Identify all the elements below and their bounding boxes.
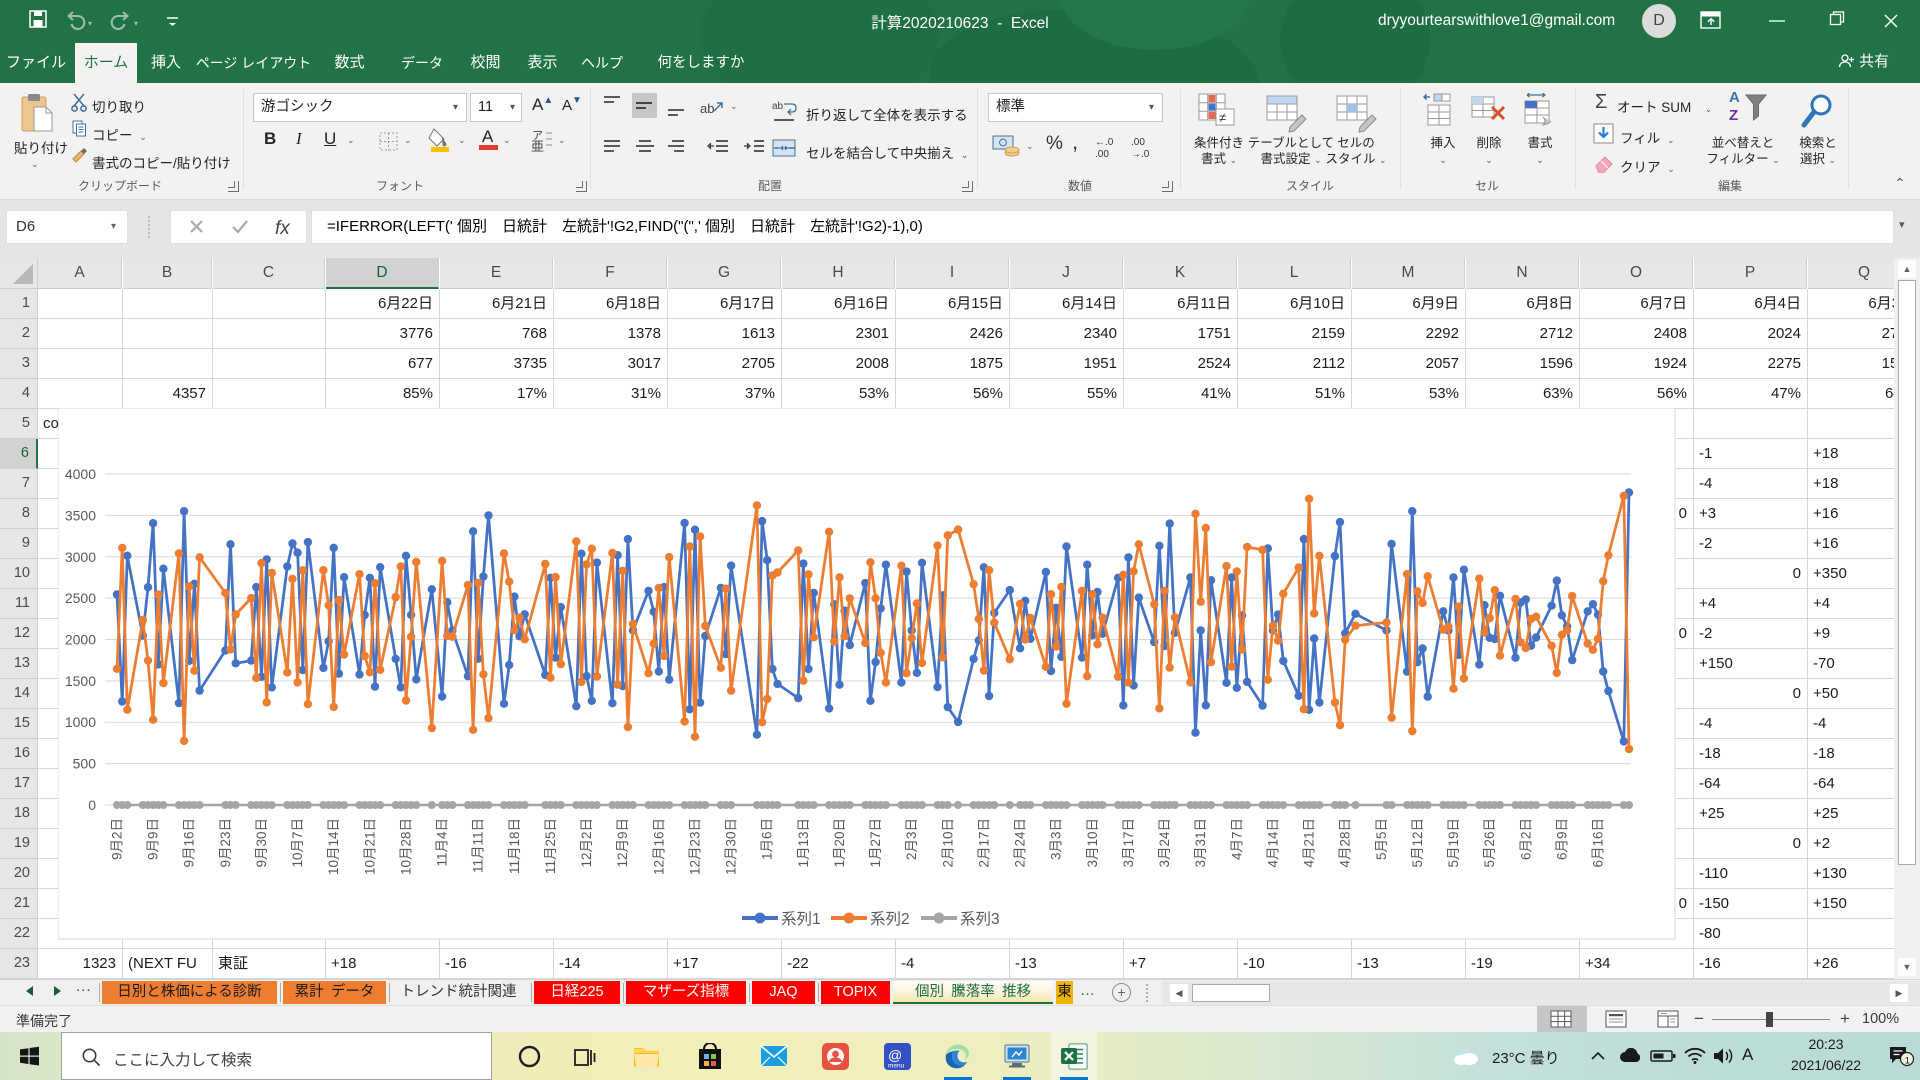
svg-text:≠: ≠ — [1219, 110, 1226, 125]
svg-text:1月20日: 1月20日 — [832, 818, 847, 868]
svg-text:6月9日: 6月9日 — [1554, 818, 1569, 860]
svg-text:3月24日: 3月24日 — [1157, 818, 1172, 868]
svg-text:ab: ab — [772, 101, 784, 112]
svg-text:←.0: ←.0 — [1095, 137, 1114, 148]
svg-text:4月21日: 4月21日 — [1302, 818, 1317, 868]
svg-text:2000: 2000 — [65, 632, 96, 648]
svg-text:9月16日: 9月16日 — [182, 818, 197, 868]
svg-text:系列1: 系列1 — [781, 910, 821, 928]
svg-text:9月2日: 9月2日 — [110, 818, 125, 860]
svg-text:1月6日: 1月6日 — [760, 818, 775, 860]
svg-text:12月30日: 12月30日 — [724, 818, 739, 875]
svg-text:ab: ab — [700, 101, 714, 116]
svg-text:1月27日: 1月27日 — [868, 818, 883, 868]
svg-text:→.0: →.0 — [1131, 149, 1150, 159]
svg-text:11月4日: 11月4日 — [435, 818, 450, 867]
svg-text:3月17日: 3月17日 — [1121, 818, 1136, 868]
svg-text:5月5日: 5月5日 — [1374, 818, 1389, 860]
svg-text:3500: 3500 — [65, 507, 96, 523]
svg-text:1000: 1000 — [65, 714, 96, 730]
svg-text:系列2: 系列2 — [870, 910, 910, 928]
svg-text:menu: menu — [888, 1063, 905, 1070]
svg-text:1500: 1500 — [65, 673, 96, 689]
svg-text:5月19日: 5月19日 — [1446, 818, 1461, 868]
svg-text:9月9日: 9月9日 — [146, 818, 161, 860]
svg-text:3月31日: 3月31日 — [1193, 818, 1208, 868]
svg-text:5月26日: 5月26日 — [1482, 818, 1497, 868]
svg-text:12月9日: 12月9日 — [615, 818, 630, 868]
svg-text:系列3: 系列3 — [960, 910, 1000, 928]
svg-text:3月3日: 3月3日 — [1049, 818, 1064, 860]
svg-text:4月14日: 4月14日 — [1265, 818, 1280, 868]
svg-text:3月10日: 3月10日 — [1085, 818, 1100, 868]
svg-text:9月23日: 9月23日 — [218, 818, 233, 868]
svg-text:12月23日: 12月23日 — [688, 818, 703, 875]
svg-text:10月14日: 10月14日 — [326, 818, 341, 875]
svg-text:500: 500 — [73, 756, 97, 772]
svg-text:12月2日: 12月2日 — [579, 818, 594, 868]
svg-text:12月16日: 12月16日 — [651, 818, 666, 875]
svg-text:@: @ — [888, 1047, 902, 1063]
svg-text:4月7日: 4月7日 — [1229, 818, 1244, 860]
svg-text:2月10日: 2月10日 — [940, 818, 955, 868]
svg-text:11月11日: 11月11日 — [471, 818, 486, 873]
svg-text:.00: .00 — [1131, 137, 1145, 148]
svg-text:2月3日: 2月3日 — [904, 818, 919, 860]
svg-text:2500: 2500 — [65, 590, 96, 606]
svg-text:1: 1 — [1905, 1055, 1910, 1066]
svg-text:5月12日: 5月12日 — [1410, 818, 1425, 868]
svg-text:4月28日: 4月28日 — [1338, 818, 1353, 868]
svg-text:.00: .00 — [1095, 149, 1109, 159]
svg-text:0: 0 — [88, 797, 96, 813]
svg-text:亜: 亜 — [531, 139, 544, 153]
svg-text:11月25日: 11月25日 — [543, 818, 558, 874]
svg-text:4000: 4000 — [65, 466, 96, 482]
svg-text:10月28日: 10月28日 — [399, 818, 414, 875]
svg-text:6月16日: 6月16日 — [1591, 818, 1606, 868]
svg-text:11月18日: 11月18日 — [507, 818, 522, 874]
svg-text:3000: 3000 — [65, 549, 96, 565]
svg-text:9月30日: 9月30日 — [254, 818, 269, 868]
svg-text:2月24日: 2月24日 — [1013, 818, 1028, 868]
svg-text:10月21日: 10月21日 — [362, 818, 377, 875]
svg-text:10月7日: 10月7日 — [290, 818, 305, 868]
svg-text:6月2日: 6月2日 — [1518, 818, 1533, 860]
svg-text:1月13日: 1月13日 — [796, 818, 811, 868]
svg-text:fx: fx — [275, 218, 291, 239]
svg-text:2月17日: 2月17日 — [976, 818, 991, 868]
